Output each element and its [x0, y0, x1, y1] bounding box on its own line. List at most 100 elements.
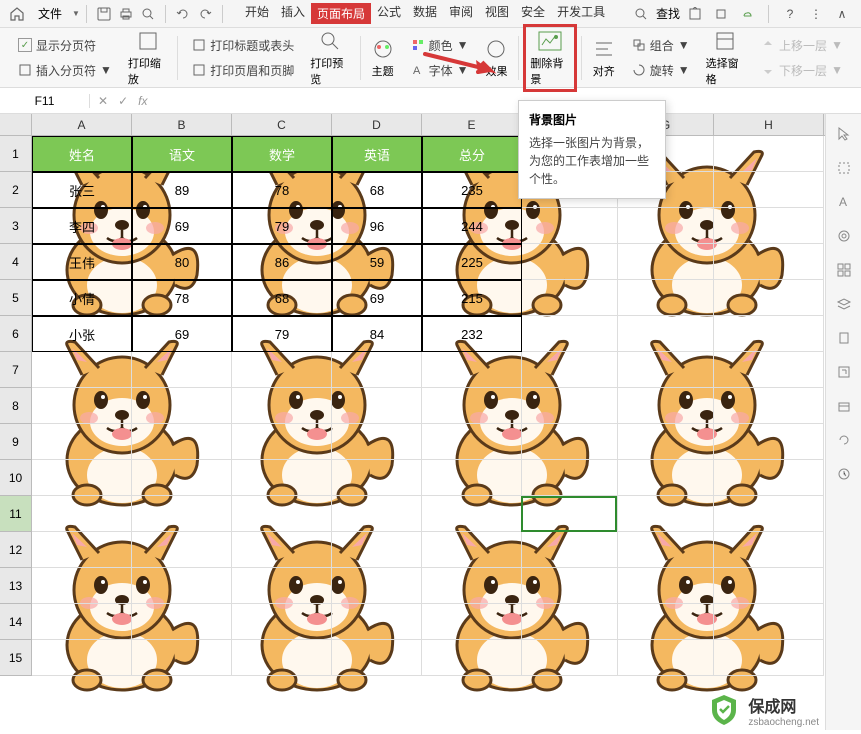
preview-icon[interactable] [137, 3, 159, 25]
cell[interactable] [522, 568, 618, 604]
cell[interactable] [232, 568, 332, 604]
cell[interactable] [132, 424, 232, 460]
cell[interactable]: 张三 [32, 172, 132, 208]
select-all-corner[interactable] [0, 114, 32, 135]
clipboard-panel-icon[interactable] [834, 328, 854, 348]
cell[interactable] [714, 172, 824, 208]
link-panel-icon[interactable] [834, 362, 854, 382]
cell[interactable] [618, 604, 714, 640]
confirm-fx-icon[interactable]: ✓ [118, 94, 128, 108]
cell[interactable]: 225 [422, 244, 522, 280]
cell[interactable] [422, 424, 522, 460]
row-header-2[interactable]: 2 [0, 172, 32, 208]
cell[interactable] [714, 316, 824, 352]
cell[interactable] [714, 460, 824, 496]
row-header-5[interactable]: 5 [0, 280, 32, 316]
row-header-1[interactable]: 1 [0, 136, 32, 172]
cell[interactable]: 84 [332, 316, 422, 352]
cloud-icon[interactable] [736, 3, 758, 25]
cell[interactable] [618, 388, 714, 424]
layers-panel-icon[interactable] [834, 294, 854, 314]
cell[interactable] [32, 532, 132, 568]
cell[interactable]: 86 [232, 244, 332, 280]
theme-button[interactable]: 主题 [365, 35, 401, 81]
row-header-10[interactable]: 10 [0, 460, 32, 496]
cell[interactable] [618, 280, 714, 316]
cell[interactable]: 李四 [32, 208, 132, 244]
cell[interactable] [232, 424, 332, 460]
row-header-6[interactable]: 6 [0, 316, 32, 352]
cell[interactable] [332, 568, 422, 604]
cell[interactable] [232, 388, 332, 424]
cell[interactable] [714, 640, 824, 676]
refresh-panel-icon[interactable] [834, 430, 854, 450]
cell[interactable] [332, 388, 422, 424]
tab-formula[interactable]: 公式 [371, 3, 407, 24]
cell[interactable] [522, 496, 618, 532]
cell[interactable] [618, 316, 714, 352]
group-button[interactable]: 组合▼ [628, 35, 694, 56]
cell[interactable] [32, 496, 132, 532]
cursor-panel-icon[interactable] [834, 124, 854, 144]
cell[interactable]: 68 [332, 172, 422, 208]
cell[interactable] [32, 604, 132, 640]
cell[interactable] [232, 496, 332, 532]
cell[interactable] [232, 604, 332, 640]
move-down-button[interactable]: 下移一层▼ [757, 60, 847, 81]
share-icon[interactable] [684, 3, 706, 25]
cell[interactable] [618, 244, 714, 280]
col-header-A[interactable]: A [32, 114, 132, 135]
cell[interactable] [618, 568, 714, 604]
show-page-break[interactable]: ✓显示分页符 [14, 35, 116, 56]
cell[interactable] [422, 640, 522, 676]
tab-dev-tools[interactable]: 开发工具 [551, 3, 611, 24]
cell[interactable]: 小倩 [32, 280, 132, 316]
cell[interactable]: 姓名 [32, 136, 132, 172]
cell[interactable] [522, 316, 618, 352]
cell[interactable]: 80 [132, 244, 232, 280]
row-header-7[interactable]: 7 [0, 352, 32, 388]
row-header-3[interactable]: 3 [0, 208, 32, 244]
cell[interactable]: 89 [132, 172, 232, 208]
row-header-14[interactable]: 14 [0, 604, 32, 640]
tab-view[interactable]: 视图 [479, 3, 515, 24]
cell[interactable] [132, 532, 232, 568]
cell[interactable]: 78 [132, 280, 232, 316]
redo-icon[interactable] [194, 3, 216, 25]
cell[interactable] [132, 568, 232, 604]
cell[interactable] [332, 424, 422, 460]
cell[interactable]: 69 [132, 316, 232, 352]
help-icon[interactable]: ? [779, 3, 801, 25]
row-header-4[interactable]: 4 [0, 244, 32, 280]
col-header-B[interactable]: B [132, 114, 232, 135]
cell[interactable] [714, 568, 824, 604]
col-header-E[interactable]: E [422, 114, 522, 135]
cell[interactable]: 96 [332, 208, 422, 244]
cell[interactable]: 王伟 [32, 244, 132, 280]
cell[interactable] [232, 640, 332, 676]
cell[interactable] [618, 532, 714, 568]
search-icon[interactable] [630, 3, 652, 25]
cell[interactable] [232, 532, 332, 568]
cell[interactable]: 68 [232, 280, 332, 316]
cell[interactable] [422, 460, 522, 496]
cell[interactable] [522, 532, 618, 568]
cell[interactable] [232, 352, 332, 388]
tab-start[interactable]: 开始 [239, 3, 275, 24]
move-up-button[interactable]: 上移一层▼ [757, 35, 847, 56]
file-menu[interactable]: 文件 [30, 5, 70, 22]
print-scale-button[interactable]: 打印缩放 [122, 27, 173, 89]
grid-panel-icon[interactable] [834, 260, 854, 280]
name-box[interactable]: F11 [0, 94, 90, 108]
cell[interactable] [422, 352, 522, 388]
tab-page-layout[interactable]: 页面布局 [311, 3, 371, 24]
cell[interactable] [522, 388, 618, 424]
more-icon[interactable]: ⋮ [805, 3, 827, 25]
tab-data[interactable]: 数据 [407, 3, 443, 24]
cell[interactable] [714, 208, 824, 244]
export-icon[interactable] [710, 3, 732, 25]
cell[interactable] [618, 496, 714, 532]
cell[interactable]: 235 [422, 172, 522, 208]
font-button[interactable]: A字体▼ [407, 60, 473, 81]
cell[interactable]: 英语 [332, 136, 422, 172]
